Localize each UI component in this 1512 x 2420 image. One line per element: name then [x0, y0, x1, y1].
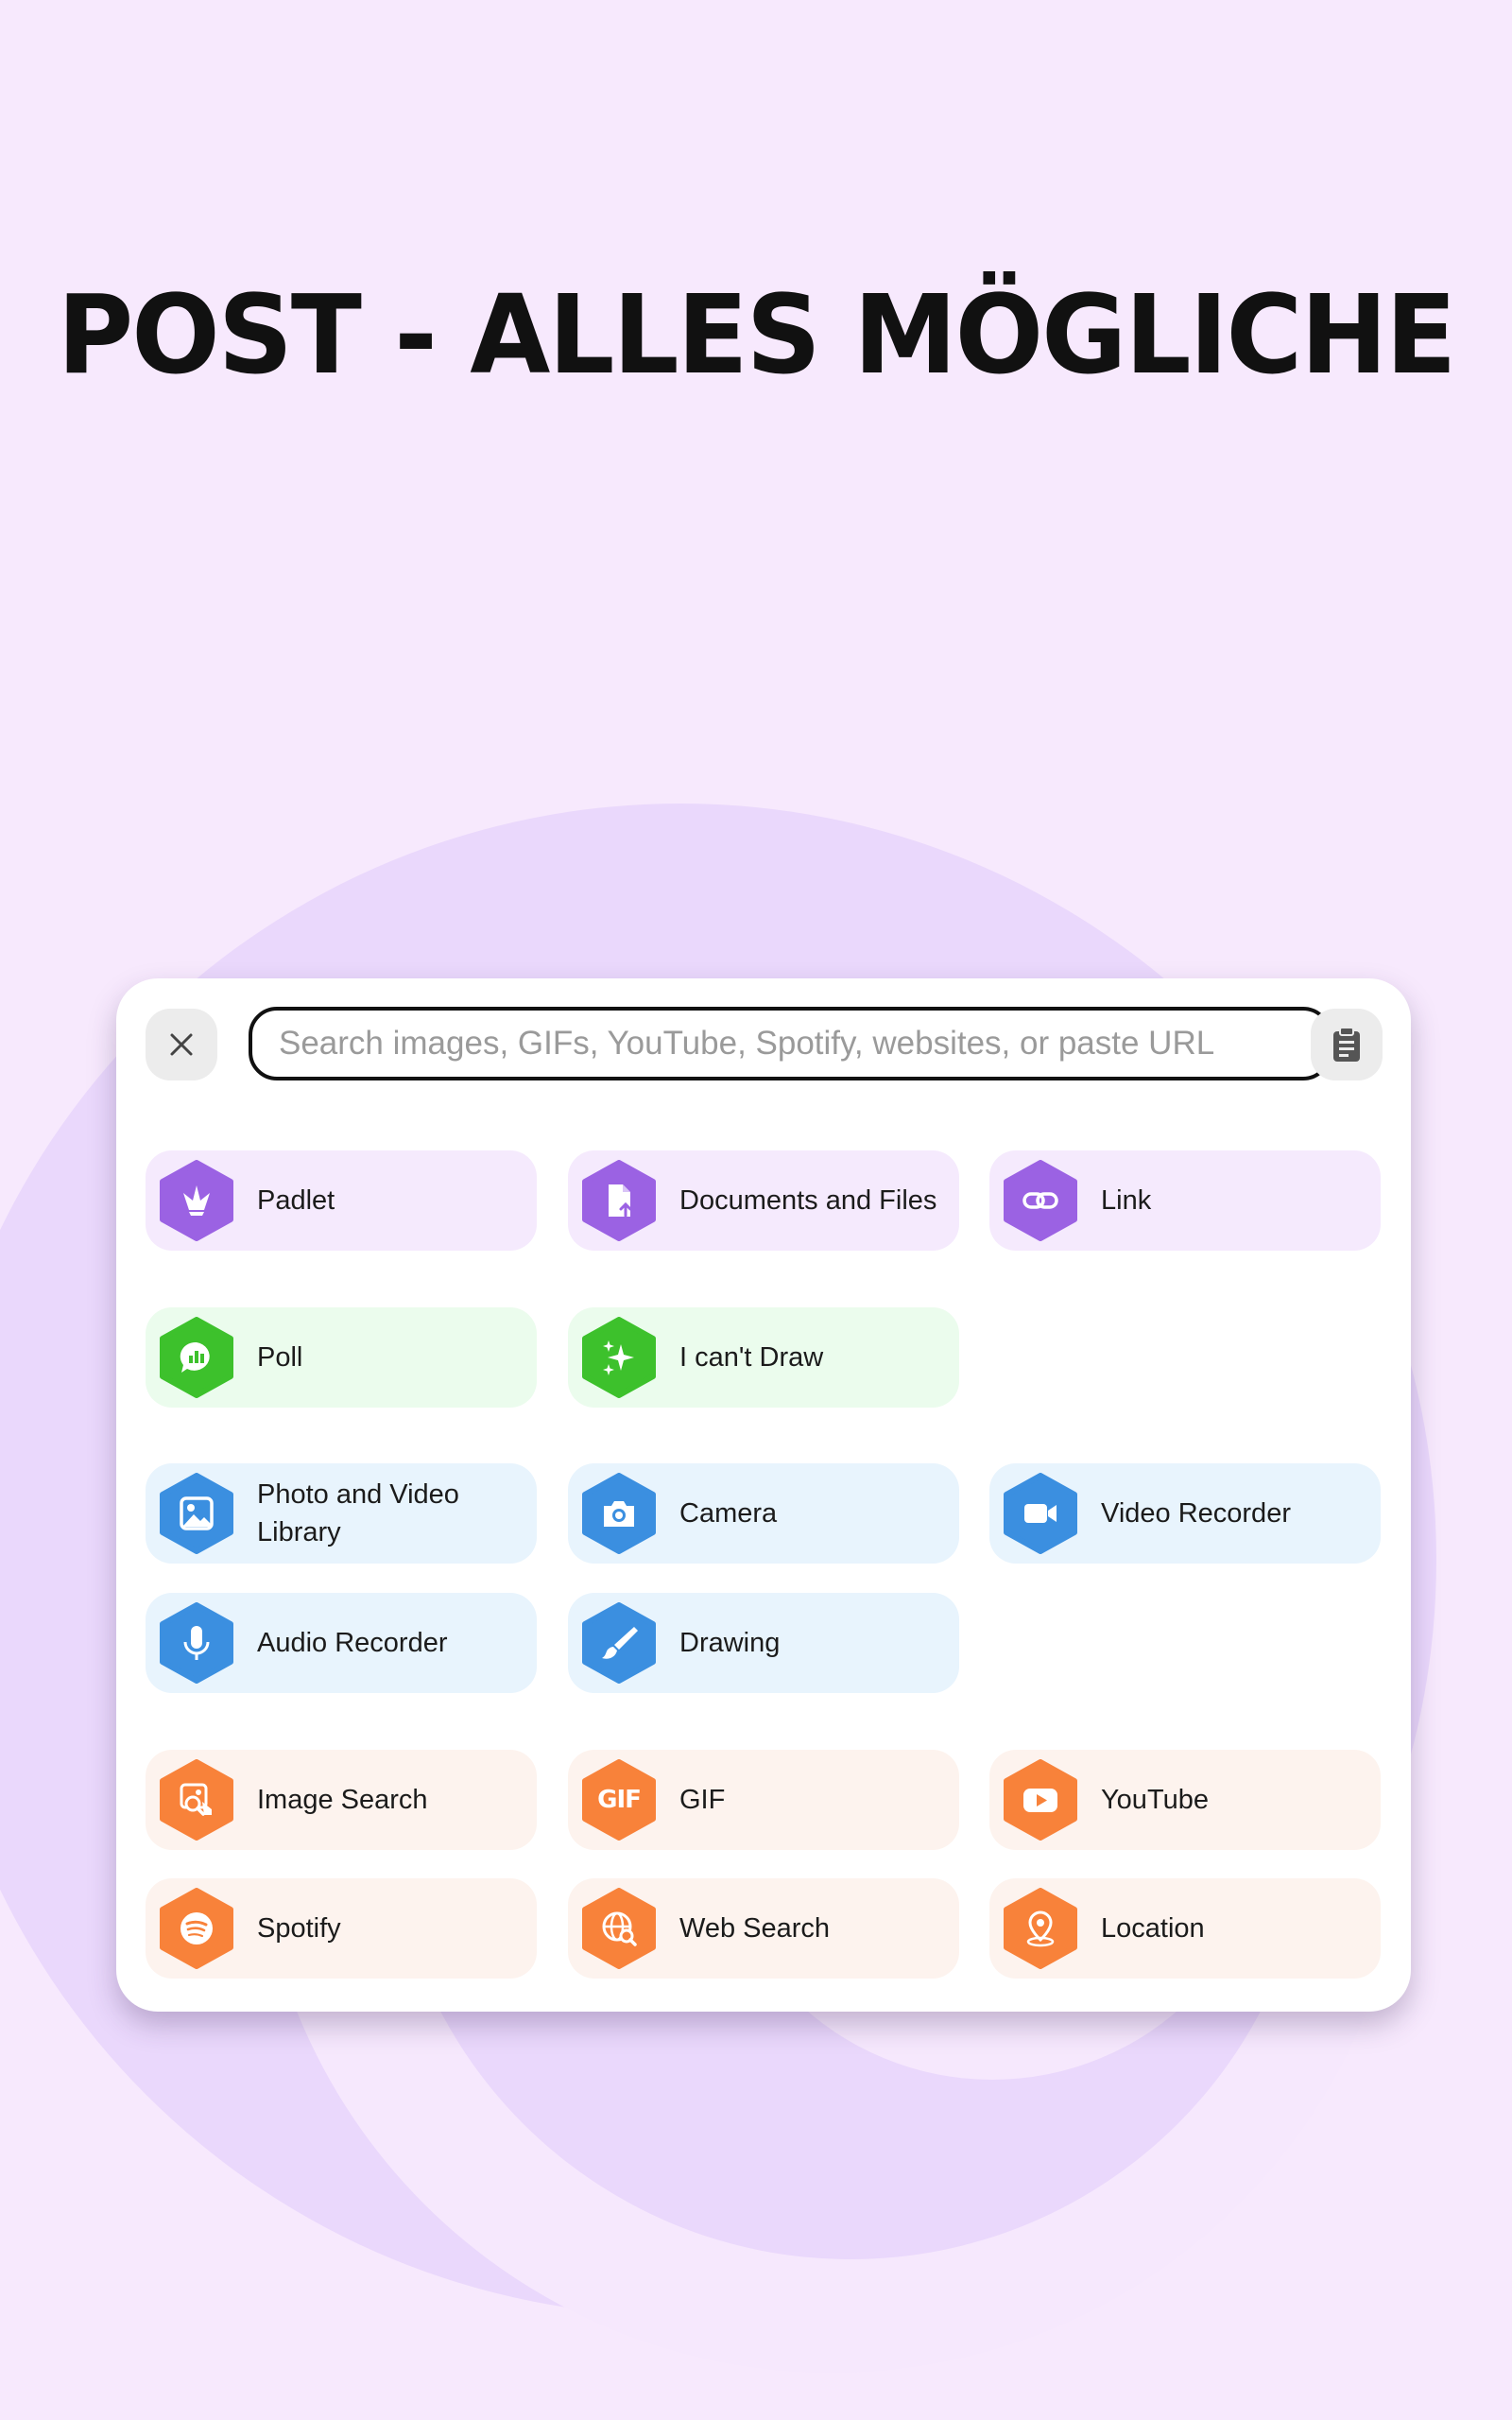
- tile-padlet[interactable]: Padlet: [146, 1150, 537, 1251]
- tile-gif[interactable]: GIF GIF: [568, 1750, 959, 1850]
- tile-label: Location: [1101, 1913, 1205, 1944]
- poll-chat-icon: [159, 1317, 234, 1398]
- link-icon: [1003, 1160, 1078, 1241]
- tile-image-search[interactable]: Image Search: [146, 1750, 537, 1850]
- microphone-icon: [159, 1602, 234, 1684]
- tile-i-cant-draw[interactable]: I can't Draw: [568, 1307, 959, 1408]
- page-headline: POST - ALLES MÖGLICHE: [57, 270, 1457, 399]
- tile-link[interactable]: Link: [989, 1150, 1381, 1251]
- close-icon: [170, 1033, 193, 1056]
- padlet-crane-icon: [159, 1160, 234, 1241]
- tile-photo-and-video-library[interactable]: Photo and Video Library: [146, 1463, 537, 1564]
- gif-icon: GIF: [581, 1759, 657, 1841]
- tile-poll[interactable]: Poll: [146, 1307, 537, 1408]
- tile-label: Poll: [257, 1342, 303, 1373]
- spotify-icon: [159, 1888, 234, 1969]
- tile-label: Image Search: [257, 1785, 428, 1815]
- tile-camera[interactable]: Camera: [568, 1463, 959, 1564]
- tile-label: Spotify: [257, 1913, 341, 1944]
- sparkles-icon: [581, 1317, 657, 1398]
- gif-badge-text: GIF: [597, 1786, 642, 1814]
- tile-label: Padlet: [257, 1185, 335, 1216]
- camera-icon: [581, 1473, 657, 1554]
- tile-label: Video Recorder: [1101, 1498, 1291, 1529]
- close-button[interactable]: [146, 1009, 217, 1080]
- tile-label: Drawing: [679, 1628, 781, 1658]
- clipboard-icon: [1333, 1027, 1360, 1062]
- globe-search-icon: [581, 1888, 657, 1969]
- image-search-icon: [159, 1759, 234, 1841]
- tile-label: Camera: [679, 1498, 778, 1529]
- tile-label: Audio Recorder: [257, 1628, 448, 1658]
- youtube-icon: [1003, 1759, 1078, 1841]
- image-icon: [159, 1473, 234, 1554]
- add-post-sheet: Padlet Documents and Files Link Poll I c…: [116, 978, 1411, 2012]
- tile-label: Link: [1101, 1185, 1152, 1216]
- tile-documents-and-files[interactable]: Documents and Files: [568, 1150, 959, 1251]
- tile-label: Web Search: [679, 1913, 831, 1944]
- brush-icon: [581, 1602, 657, 1684]
- tile-label: YouTube: [1101, 1785, 1209, 1815]
- search-input[interactable]: [249, 1007, 1332, 1080]
- tile-location[interactable]: Location: [989, 1878, 1381, 1979]
- video-camera-icon: [1003, 1473, 1078, 1554]
- tile-spotify[interactable]: Spotify: [146, 1878, 537, 1979]
- document-upload-icon: [581, 1160, 657, 1241]
- tile-label: Documents and Files: [679, 1185, 937, 1216]
- tile-video-recorder[interactable]: Video Recorder: [989, 1463, 1381, 1564]
- paste-clipboard-button[interactable]: [1311, 1009, 1383, 1080]
- tile-drawing[interactable]: Drawing: [568, 1593, 959, 1693]
- location-pin-icon: [1003, 1888, 1078, 1969]
- tile-label: Photo and Video Library: [257, 1479, 459, 1547]
- tile-label: I can't Draw: [679, 1342, 824, 1373]
- tile-youtube[interactable]: YouTube: [989, 1750, 1381, 1850]
- tile-label: GIF: [679, 1785, 726, 1815]
- tile-audio-recorder[interactable]: Audio Recorder: [146, 1593, 537, 1693]
- tile-web-search[interactable]: Web Search: [568, 1878, 959, 1979]
